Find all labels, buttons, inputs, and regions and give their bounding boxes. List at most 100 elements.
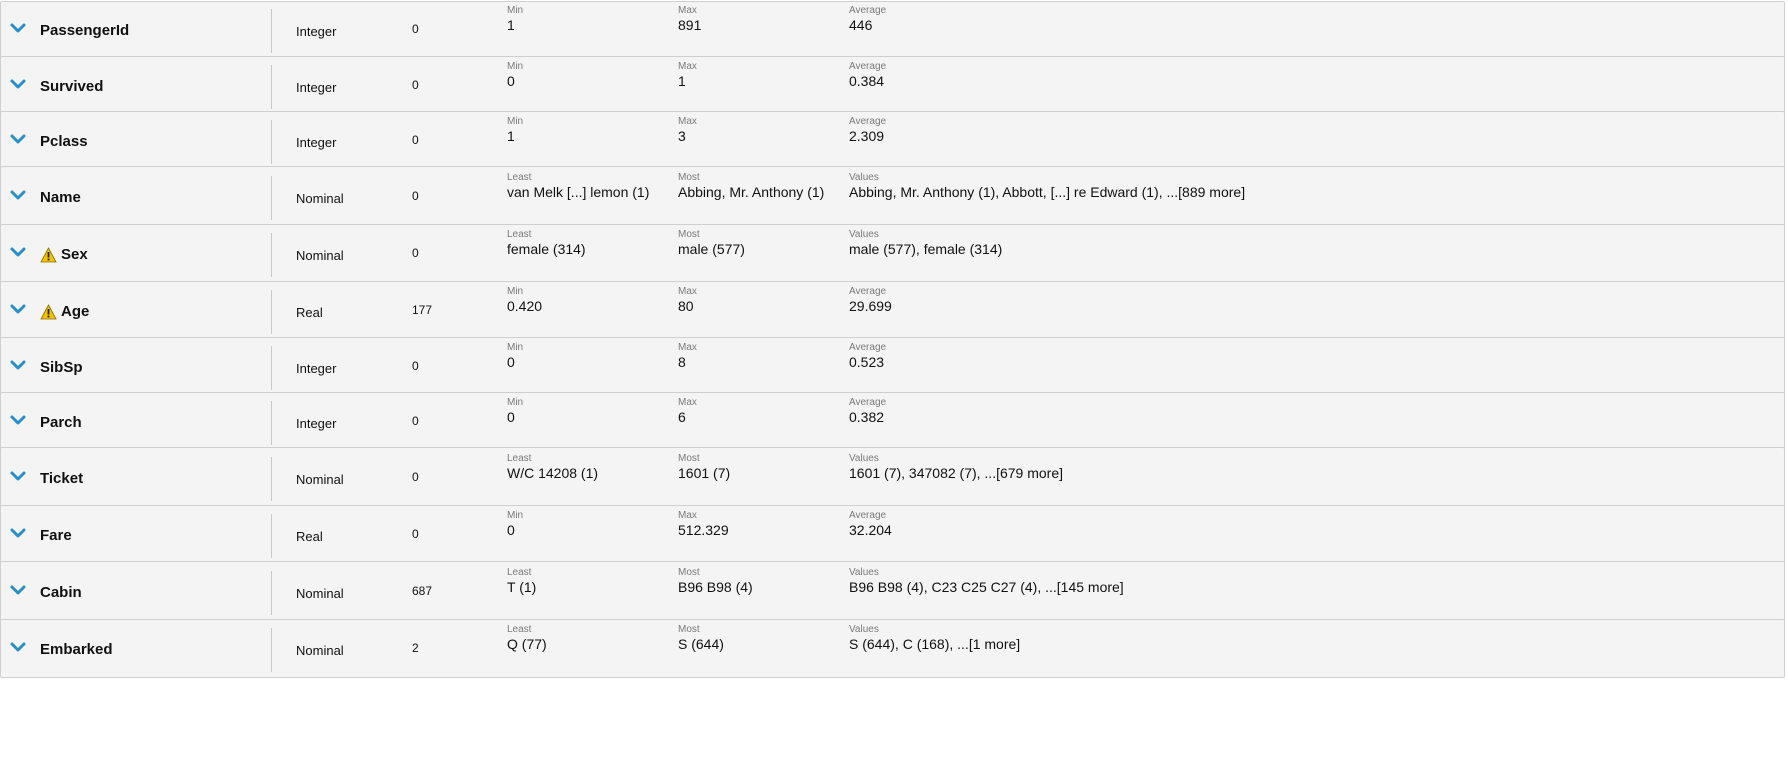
chevron-down-icon[interactable] <box>10 23 26 33</box>
stat-value: male (577) <box>678 241 745 257</box>
stat-value: 0.523 <box>849 354 885 370</box>
attribute-name-label: Age <box>61 303 90 320</box>
attribute-row-age[interactable]: Age Real 177 Min 0.420 Max 80 Average 29.699 <box>0 281 1785 341</box>
attribute-row-cabin[interactable]: Cabin Nominal 687 Least T (1) Most B96 B98 (4)… <box>0 561 1785 622</box>
attribute-name: Ticket <box>40 470 83 488</box>
stat-value: 0 <box>507 354 515 370</box>
attribute-type: Nominal <box>296 191 344 206</box>
chevron-down-icon[interactable] <box>10 190 26 200</box>
attribute-row-ticket[interactable]: Ticket Nominal 0 Least W/C 14208 (1) Most 1601… <box>0 447 1785 508</box>
stat-value: 80 <box>678 298 694 314</box>
stat-value: 0 <box>507 73 515 89</box>
stat-3: Average 32.204 <box>849 510 892 539</box>
stat-label: Average <box>849 5 887 16</box>
missing-count: 0 <box>412 414 419 428</box>
chevron-down-icon[interactable] <box>10 415 26 425</box>
stat-3: Values Abbing, Mr. Anthony (1), Abbott, [… <box>849 172 1245 201</box>
warning-icon <box>40 247 57 263</box>
stat-1: Min 1 <box>507 5 523 34</box>
stat-2: Most S (644) <box>678 624 724 653</box>
stat-value: 0.420 <box>507 298 543 314</box>
stat-label: Most <box>678 453 700 464</box>
attribute-row-embarked[interactable]: Embarked Nominal 2 Least Q (77) Most S (644) Va… <box>0 619 1785 678</box>
column-divider <box>271 176 272 220</box>
stat-value: Abbing, Mr. Anthony (1) <box>678 184 825 200</box>
attribute-type: Real <box>296 305 323 320</box>
stat-label: Average <box>849 510 887 521</box>
chevron-down-icon[interactable] <box>10 304 26 314</box>
attribute-row-survived[interactable]: Survived Integer 0 Min 0 Max 1 Average 0.384 <box>0 56 1785 115</box>
attribute-type: Real <box>296 529 323 544</box>
missing-count: 0 <box>412 189 419 203</box>
stat-2: Most Abbing, Mr. Anthony (1) <box>678 172 824 201</box>
attribute-row-pclass[interactable]: Pclass Integer 0 Min 1 Max 3 Average 2.309 <box>0 111 1785 171</box>
attribute-name-label: Cabin <box>40 584 82 601</box>
chevron-down-icon[interactable] <box>10 585 26 595</box>
stat-label: Max <box>678 116 697 127</box>
chevron-down-icon[interactable] <box>10 360 26 370</box>
column-divider <box>271 9 272 53</box>
stat-3: Average 0.384 <box>849 61 886 90</box>
stat-label: Least <box>507 567 532 578</box>
attribute-row-name[interactable]: Name Nominal 0 Least van Melk [...] lemon (1… <box>0 166 1785 227</box>
stat-3: Average 446 <box>849 5 886 34</box>
stat-2: Max 6 <box>678 397 697 426</box>
stat-value: S (644), C (168), ...[1 more] <box>849 636 1021 652</box>
attribute-type: Integer <box>296 80 337 95</box>
attribute-name: Parch <box>40 414 82 432</box>
attribute-row-fare[interactable]: Fare Real 0 Min 0 Max 512.329 Average 32.204 <box>0 505 1785 565</box>
column-divider <box>271 120 272 164</box>
stat-label: Average <box>849 116 887 127</box>
missing-count: 687 <box>412 584 433 598</box>
column-divider <box>271 290 272 334</box>
missing-count: 0 <box>412 470 419 484</box>
stat-label: Average <box>849 342 887 353</box>
stat-label: Min <box>507 397 524 408</box>
attribute-name: Embarked <box>40 641 113 659</box>
attribute-list: PassengerId Integer 0 Min 1 Max 891 Average 446 S… <box>0 0 1788 769</box>
chevron-down-icon[interactable] <box>10 528 26 538</box>
stat-value: 2.309 <box>849 128 885 144</box>
attribute-name: Cabin <box>40 584 82 602</box>
attribute-row-passengerid[interactable]: PassengerId Integer 0 Min 1 Max 891 Average 446 <box>0 1 1785 59</box>
stat-3: Values B96 B98 (4), C23 C25 C27 (4), ...[… <box>849 567 1124 596</box>
stat-3: Average 0.382 <box>849 397 886 426</box>
attribute-row-sex[interactable]: Sex Nominal 0 Least female (314) Most male (57… <box>0 224 1785 284</box>
stat-value: 512.329 <box>678 522 729 538</box>
chevron-down-icon[interactable] <box>10 642 26 652</box>
stat-label: Values <box>849 229 879 240</box>
stat-label: Most <box>678 172 700 183</box>
stat-label: Values <box>849 624 879 635</box>
attribute-name-label: PassengerId <box>40 22 130 39</box>
attribute-type: Nominal <box>296 472 344 487</box>
stat-value: S (644) <box>678 636 724 652</box>
stat-label: Max <box>678 5 697 16</box>
stat-label: Min <box>507 286 524 297</box>
stat-3: Values S (644), C (168), ...[1 more] <box>849 624 1020 653</box>
attribute-name-label: SibSp <box>40 359 83 376</box>
column-divider <box>271 571 272 615</box>
chevron-down-icon[interactable] <box>10 134 26 144</box>
stat-label: Max <box>678 342 697 353</box>
chevron-down-icon[interactable] <box>10 79 26 89</box>
attribute-type: Integer <box>296 416 337 431</box>
stat-1: Min 1 <box>507 116 523 145</box>
stat-value: Q (77) <box>507 636 547 652</box>
chevron-down-icon[interactable] <box>10 471 26 481</box>
stat-label: Values <box>849 567 879 578</box>
stat-value: B96 B98 (4), C23 C25 C27 (4), ...[145 mo… <box>849 579 1124 595</box>
stat-value: 6 <box>678 409 686 425</box>
missing-count: 177 <box>412 303 433 317</box>
stat-3: Average 29.699 <box>849 286 892 315</box>
stat-value: T (1) <box>507 579 537 595</box>
stat-value: 1 <box>507 17 515 33</box>
stat-3: Values 1601 (7), 347082 (7), ...[679 more… <box>849 453 1063 482</box>
stat-1: Least Q (77) <box>507 624 547 653</box>
stat-1: Least female (314) <box>507 229 586 258</box>
attribute-type: Integer <box>296 361 337 376</box>
chevron-down-icon[interactable] <box>10 247 26 257</box>
attribute-row-parch[interactable]: Parch Integer 0 Min 0 Max 6 Average 0.382 <box>0 392 1785 452</box>
attribute-row-sibsp[interactable]: SibSp Integer 0 Min 0 Max 8 Average 0.523 <box>0 337 1785 396</box>
attribute-name-label: Embarked <box>40 641 113 658</box>
stat-value: 1601 (7), 347082 (7), ...[679 more] <box>849 465 1064 481</box>
